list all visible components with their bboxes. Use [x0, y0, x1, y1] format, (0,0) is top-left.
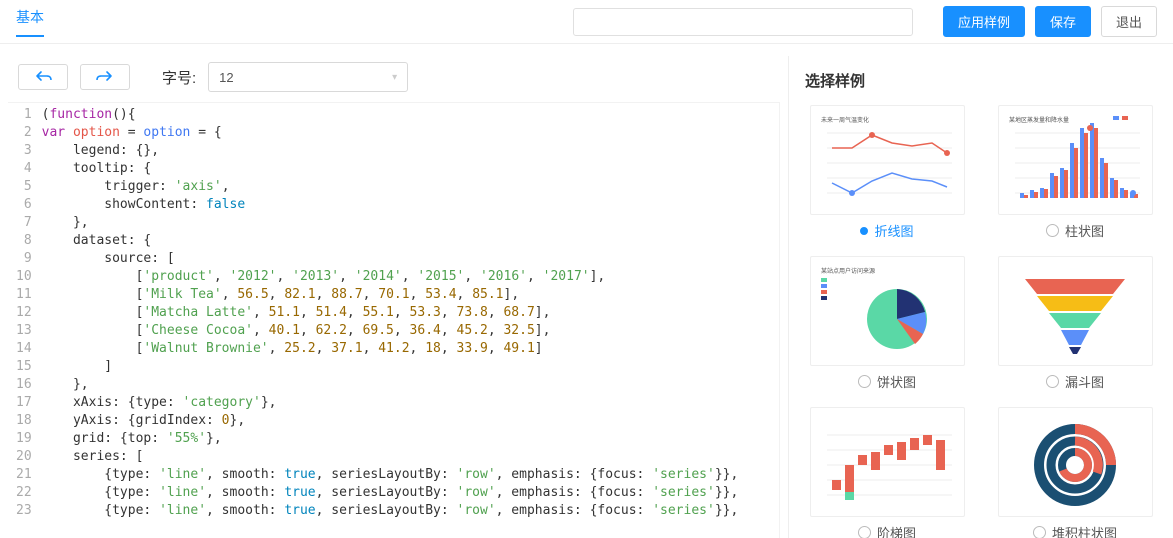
sample-label: 阶梯图: [877, 523, 916, 538]
font-size-value: 12: [219, 70, 233, 85]
radio-icon[interactable]: [1046, 375, 1059, 388]
sample-label: 漏斗图: [1065, 372, 1104, 391]
sample-card[interactable]: 某站点用户访问来源饼状图: [805, 256, 969, 391]
gutter: 1234567891011121314151617181920212223: [8, 103, 42, 538]
svg-text:未来一周气温变化: 未来一周气温变化: [821, 116, 869, 124]
sample-caption[interactable]: 阶梯图: [858, 523, 916, 538]
search-box[interactable]: [573, 8, 913, 36]
topbar: 基本 应用样例 保存 退出: [0, 0, 1173, 44]
sample-caption[interactable]: 饼状图: [858, 372, 916, 391]
redo-button[interactable]: [80, 64, 130, 90]
svg-text:某站点用户访问来源: 某站点用户访问来源: [821, 267, 875, 275]
sample-panel-title: 选择样例: [805, 70, 1157, 91]
sample-thumb[interactable]: 未来一周气温变化: [810, 105, 965, 215]
code-editor[interactable]: 1234567891011121314151617181920212223 (f…: [8, 102, 780, 538]
undo-button[interactable]: [18, 64, 68, 90]
editor-pane: 字号: 12 ▾ 1234567891011121314151617181920…: [0, 56, 789, 538]
radio-icon[interactable]: [860, 227, 868, 235]
radio-icon[interactable]: [1046, 224, 1059, 237]
sample-thumb[interactable]: 某站点用户访问来源: [810, 256, 965, 366]
sample-card[interactable]: 堆积柱状图: [993, 407, 1157, 538]
radio-icon[interactable]: [858, 375, 871, 388]
sample-panel: 选择样例 未来一周气温变化折线图某地区蒸发量和降水量柱状图某站点用户访问来源饼状…: [789, 56, 1173, 538]
sample-card[interactable]: 漏斗图: [993, 256, 1157, 391]
sample-label: 饼状图: [877, 372, 916, 391]
svg-text:某地区蒸发量和降水量: 某地区蒸发量和降水量: [1009, 116, 1069, 124]
save-button[interactable]: 保存: [1035, 6, 1091, 37]
code-source[interactable]: (function(){var option = option = { lege…: [42, 103, 779, 538]
sample-label: 折线图: [874, 221, 913, 240]
radio-icon[interactable]: [858, 526, 871, 538]
sample-thumb[interactable]: [998, 256, 1153, 366]
sample-caption[interactable]: 漏斗图: [1046, 372, 1104, 391]
sample-thumb[interactable]: [810, 407, 965, 517]
sample-card[interactable]: 未来一周气温变化折线图: [805, 105, 969, 240]
exit-button[interactable]: 退出: [1101, 6, 1157, 37]
chevron-down-icon: ▾: [392, 72, 397, 83]
font-size-label: 字号:: [162, 67, 196, 88]
sample-grid: 未来一周气温变化折线图某地区蒸发量和降水量柱状图某站点用户访问来源饼状图漏斗图阶…: [805, 105, 1157, 538]
apply-sample-button[interactable]: 应用样例: [943, 6, 1025, 37]
sample-thumb[interactable]: 某地区蒸发量和降水量: [998, 105, 1153, 215]
sample-caption[interactable]: 堆积柱状图: [1033, 523, 1117, 538]
tab-basic[interactable]: 基本: [16, 7, 44, 37]
font-size-select[interactable]: 12 ▾: [208, 62, 408, 92]
radio-icon[interactable]: [1033, 526, 1046, 538]
sample-caption[interactable]: 折线图: [860, 221, 913, 240]
sample-label: 堆积柱状图: [1052, 523, 1117, 538]
sample-caption[interactable]: 柱状图: [1046, 221, 1104, 240]
top-actions: 应用样例 保存 退出: [573, 6, 1157, 37]
sample-card[interactable]: 某地区蒸发量和降水量柱状图: [993, 105, 1157, 240]
sample-thumb[interactable]: [998, 407, 1153, 517]
sample-card[interactable]: 阶梯图: [805, 407, 969, 538]
sample-label: 柱状图: [1065, 221, 1104, 240]
